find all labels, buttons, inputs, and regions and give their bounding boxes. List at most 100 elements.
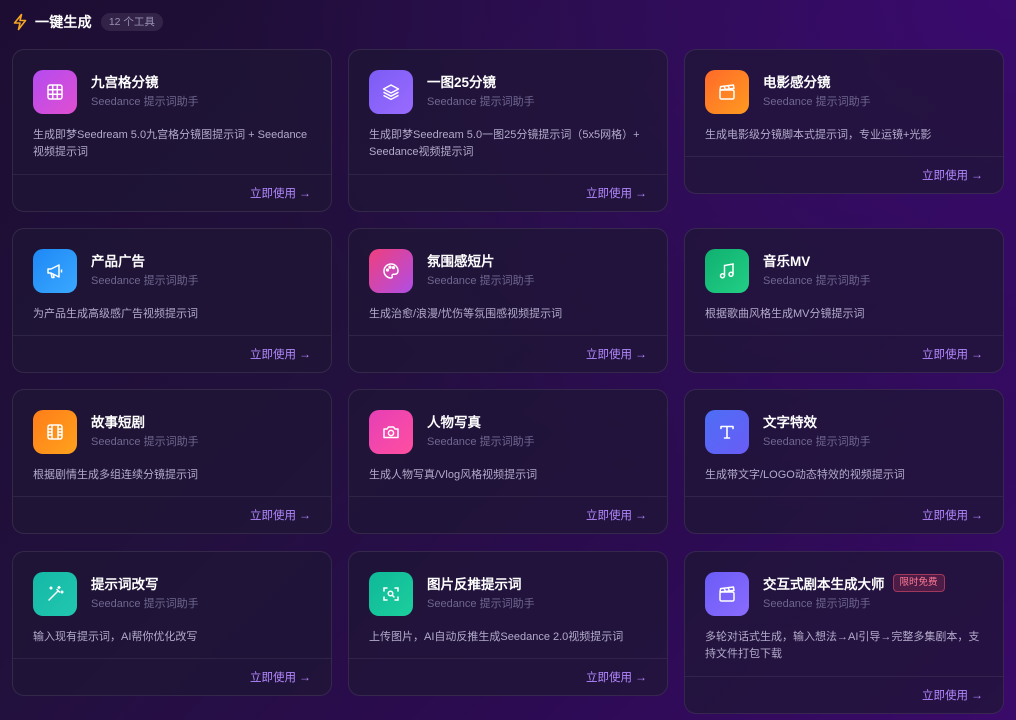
use-now-button[interactable]: 立即使用 →: [586, 669, 647, 685]
tool-card-footer: 立即使用 →: [685, 496, 1003, 533]
tool-card-body: 音乐MV Seedance 提示词助手 根据歌曲风格生成MV分镜提示词: [685, 229, 1003, 335]
tool-card-body: 电影感分镜 Seedance 提示词助手 生成电影级分镜脚本式提示词，专业运镜+光影: [685, 50, 1003, 156]
tool-card-description: 生成带文字/LOGO动态特效的视频提示词: [705, 469, 905, 481]
use-now-label: 立即使用: [250, 672, 296, 684]
tool-card-description: 输入现有提示词，AI帮你优化改写: [33, 631, 198, 643]
tool-card[interactable]: 人物写真 Seedance 提示词助手 生成人物写真/Vlog风格视频提示词 立即使用…: [348, 389, 668, 534]
use-now-button[interactable]: 立即使用 →: [250, 669, 311, 685]
tool-card-title: 九宫格分镜: [91, 71, 159, 91]
tool-card-description: 为产品生成高级感广告视频提示词: [33, 308, 198, 320]
use-now-button[interactable]: 立即使用 →: [586, 507, 647, 523]
use-now-button[interactable]: 立即使用 →: [586, 185, 647, 201]
tool-card-subtitle: Seedance 提示词助手: [427, 436, 535, 448]
use-now-label: 立即使用: [250, 349, 296, 361]
tool-card[interactable]: 音乐MV Seedance 提示词助手 根据歌曲风格生成MV分镜提示词立即使用 →: [684, 228, 1004, 373]
use-now-button[interactable]: 立即使用 →: [250, 507, 311, 523]
section-title: 一键生成: [35, 14, 92, 30]
tool-card-title-text: 提示词改写: [91, 577, 159, 592]
scan-search-icon: [369, 572, 413, 616]
tool-card-title: 提示词改写: [91, 573, 159, 593]
tool-card-body: 九宫格分镜 Seedance 提示词助手 生成即梦Seedream 5.0九宫格分镜…: [13, 50, 331, 174]
tool-card-title: 故事短剧: [91, 411, 145, 431]
tool-card-title: 交互式剧本生成大师 限时免费: [763, 573, 945, 593]
use-now-button[interactable]: 立即使用 →: [250, 346, 311, 362]
tool-card-footer: 立即使用 →: [13, 174, 331, 211]
magic-wand-icon: [33, 572, 77, 616]
tool-card-description: 根据剧情生成多组连续分镜提示词: [33, 469, 198, 481]
tool-card[interactable]: 九宫格分镜 Seedance 提示词助手 生成即梦Seedream 5.0九宫格分镜…: [12, 49, 332, 212]
use-now-button[interactable]: 立即使用 →: [922, 167, 983, 183]
tool-card-title: 人物写真: [427, 411, 481, 431]
use-now-button[interactable]: 立即使用 →: [250, 185, 311, 201]
arrow-right-icon: →: [635, 186, 647, 200]
use-now-button[interactable]: 立即使用 →: [586, 346, 647, 362]
tool-card-subtitle: Seedance 提示词助手: [427, 96, 535, 108]
arrow-right-icon: →: [299, 347, 311, 361]
tool-card-title-text: 文字特效: [763, 415, 817, 430]
tool-card-grid: 九宫格分镜 Seedance 提示词助手 生成即梦Seedream 5.0九宫格分镜…: [12, 49, 1004, 714]
use-now-label: 立即使用: [250, 510, 296, 522]
tool-card-subtitle: Seedance 提示词助手: [763, 598, 871, 610]
use-now-label: 立即使用: [922, 510, 968, 522]
arrow-right-icon: →: [971, 347, 983, 361]
arrow-right-icon: →: [971, 508, 983, 522]
arrow-right-icon: →: [635, 347, 647, 361]
tool-card-footer: 立即使用 →: [13, 496, 331, 533]
tool-card-subtitle: Seedance 提示词助手: [763, 96, 871, 108]
use-now-label: 立即使用: [922, 349, 968, 361]
tool-card[interactable]: 图片反推提示词 Seedance 提示词助手 上传图片，AI自动反推生成Seedan…: [348, 551, 668, 696]
arrow-right-icon: →: [971, 168, 983, 182]
megaphone-icon: [33, 249, 77, 293]
section-header: 一键生成 12 个工具: [12, 11, 163, 33]
tool-card-description: 生成即梦Seedream 5.0一图25分镜提示词（5x5网格）+ Seedan…: [369, 129, 640, 158]
tool-card-body: 一图25分镜 Seedance 提示词助手生成即梦Seedream 5.0一图25…: [349, 50, 667, 174]
palette-icon: [369, 249, 413, 293]
tool-card-description: 多轮对话式生成，输入想法→AI引导→完整多集剧本，支持文件打包下载: [705, 631, 980, 660]
tool-card-title: 图片反推提示词: [427, 573, 522, 593]
tool-card-title-text: 故事短剧: [91, 415, 145, 430]
tool-card-body: 文字特效 Seedance 提示词助手 生成带文字/LOGO动态特效的视频提示词: [685, 390, 1003, 496]
tool-card-footer: 立即使用 →: [349, 658, 667, 695]
tool-card-footer: 立即使用 →: [349, 335, 667, 372]
use-now-button[interactable]: 立即使用 →: [922, 507, 983, 523]
tool-card-subtitle: Seedance 提示词助手: [91, 598, 199, 610]
tool-card-footer: 立即使用 →: [685, 156, 1003, 193]
tool-card-title-text: 图片反推提示词: [427, 577, 522, 592]
tool-card[interactable]: 文字特效 Seedance 提示词助手 生成带文字/LOGO动态特效的视频提示词立即…: [684, 389, 1004, 534]
tool-card[interactable]: 提示词改写 Seedance 提示词助手输入现有提示词，AI帮你优化改写立即使用 →: [12, 551, 332, 696]
tool-card-title-text: 产品广告: [91, 254, 145, 269]
tool-card-title-text: 音乐MV: [763, 254, 811, 269]
tool-card[interactable]: 氛围感短片 Seedance 提示词助手 生成治愈/浪漫/忧伤等氛围感视频提示词立即…: [348, 228, 668, 373]
tool-card[interactable]: 故事短剧 Seedance 提示词助手根据剧情生成多组连续分镜提示词立即使用 →: [12, 389, 332, 534]
tool-card-title: 文字特效: [763, 411, 817, 431]
tool-card-title: 产品广告: [91, 250, 145, 270]
use-now-button[interactable]: 立即使用 →: [922, 346, 983, 362]
arrow-right-icon: →: [971, 688, 983, 702]
tool-card-body: 提示词改写 Seedance 提示词助手输入现有提示词，AI帮你优化改写: [13, 552, 331, 658]
arrow-right-icon: →: [299, 508, 311, 522]
tool-card-description: 根据歌曲风格生成MV分镜提示词: [705, 308, 865, 320]
use-now-button[interactable]: 立即使用 →: [922, 687, 983, 703]
use-now-label: 立即使用: [586, 672, 632, 684]
tool-card-footer: 立即使用 →: [349, 496, 667, 533]
tool-card-body: 氛围感短片 Seedance 提示词助手 生成治愈/浪漫/忧伤等氛围感视频提示词: [349, 229, 667, 335]
tool-card[interactable]: 交互式剧本生成大师 限时免费 Seedance 提示词助手多轮对话式生成，输入想法→…: [684, 551, 1004, 714]
tool-card-title: 音乐MV: [763, 250, 810, 270]
tool-card-footer: 立即使用 →: [685, 335, 1003, 372]
tool-card-body: 图片反推提示词 Seedance 提示词助手 上传图片，AI自动反推生成Seedan…: [349, 552, 667, 658]
use-now-label: 立即使用: [586, 510, 632, 522]
lightning-bolt-icon: [12, 13, 28, 31]
tool-card-title-text: 一图25分镜: [427, 75, 497, 90]
arrow-right-icon: →: [299, 186, 311, 200]
tool-card[interactable]: 产品广告 Seedance 提示词助手 为产品生成高级感广告视频提示词 立即使用 →: [12, 228, 332, 373]
tool-card-body: 故事短剧 Seedance 提示词助手根据剧情生成多组连续分镜提示词: [13, 390, 331, 496]
tool-card-title-text: 九宫格分镜: [91, 75, 159, 90]
tool-card-title: 一图25分镜: [427, 71, 496, 91]
tool-card-subtitle: Seedance 提示词助手: [91, 436, 199, 448]
tool-card[interactable]: 电影感分镜 Seedance 提示词助手 生成电影级分镜脚本式提示词，专业运镜+光影…: [684, 49, 1004, 194]
tool-card[interactable]: 一图25分镜 Seedance 提示词助手生成即梦Seedream 5.0一图25…: [348, 49, 668, 212]
tool-card-title-text: 交互式剧本生成大师: [763, 577, 885, 592]
use-now-label: 立即使用: [250, 188, 296, 200]
tool-card-subtitle: Seedance 提示词助手: [427, 598, 535, 610]
tool-card-title-text: 人物写真: [427, 415, 481, 430]
